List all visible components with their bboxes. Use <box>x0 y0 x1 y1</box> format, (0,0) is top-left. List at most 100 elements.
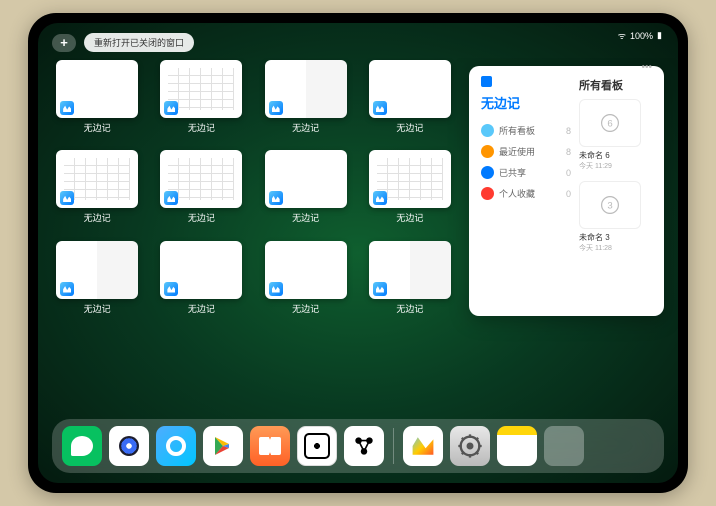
dock-app-books[interactable] <box>250 426 290 466</box>
freeform-icon <box>164 101 178 115</box>
board-item[interactable]: 6 未命名 6今天 11:29 <box>579 99 652 171</box>
wifi-icon: ᯤ <box>618 29 626 42</box>
category-label: 个人收藏 <box>499 187 535 200</box>
dock-separator <box>393 428 394 464</box>
board-label: 未命名 6 <box>579 150 652 161</box>
dock <box>52 419 664 473</box>
svg-text:3: 3 <box>607 201 612 212</box>
freeform-icon <box>164 282 178 296</box>
window-item[interactable]: 无边记 <box>261 150 351 232</box>
category-item[interactable]: 个人收藏 0 <box>481 183 571 204</box>
window-label: 无边记 <box>396 121 423 134</box>
dock-app-settings[interactable] <box>450 426 490 466</box>
battery-label: 100% <box>630 31 653 41</box>
window-label: 无边记 <box>292 121 319 134</box>
freeform-icon <box>373 191 387 205</box>
board-label: 未命名 3 <box>579 232 652 243</box>
window-thumbnail <box>369 60 451 118</box>
window-item[interactable]: 无边记 <box>52 150 142 232</box>
category-icon <box>481 145 494 158</box>
dock-app-dice[interactable] <box>297 426 337 466</box>
freeform-icon <box>269 282 283 296</box>
board-timestamp: 今天 11:29 <box>579 161 652 171</box>
window-label: 无边记 <box>84 211 111 224</box>
dock-app-q2[interactable] <box>156 426 196 466</box>
window-label: 无边记 <box>396 211 423 224</box>
window-thumbnail <box>369 150 451 208</box>
freeform-icon <box>60 191 74 205</box>
category-icon <box>481 166 494 179</box>
category-label: 所有看板 <box>499 124 535 137</box>
window-item[interactable]: 无边记 <box>52 241 142 323</box>
category-count: 8 <box>566 126 571 136</box>
screen: ᯤ 100% ▮ + 重新打开已关闭的窗口 无边记无边记无边记无边记无边记无边记… <box>38 23 678 483</box>
dock-app-folder[interactable] <box>544 426 584 466</box>
dock-app-freeform[interactable] <box>403 426 443 466</box>
window-thumbnail <box>265 150 347 208</box>
board-timestamp: 今天 11:28 <box>579 243 652 253</box>
window-thumbnail <box>160 60 242 118</box>
window-thumbnail <box>265 60 347 118</box>
window-item[interactable]: 无边记 <box>365 60 455 142</box>
board-thumbnail: 6 <box>579 99 641 147</box>
category-label: 已共享 <box>499 166 526 179</box>
freeform-icon <box>373 282 387 296</box>
window-label: 无边记 <box>396 302 423 315</box>
window-item[interactable]: 无边记 <box>52 60 142 142</box>
window-item[interactable]: 无边记 <box>261 60 351 142</box>
category-count: 0 <box>566 189 571 199</box>
panel-main: ••• 所有看板 6未命名 6今天 11:293未命名 3今天 11:28 <box>579 76 652 306</box>
window-label: 无边记 <box>84 302 111 315</box>
category-icon <box>481 187 494 200</box>
freeform-icon <box>269 101 283 115</box>
window-label: 无边记 <box>188 211 215 224</box>
dock-app-roam[interactable] <box>344 426 384 466</box>
window-item[interactable]: 无边记 <box>261 241 351 323</box>
category-count: 0 <box>566 168 571 178</box>
sidebar-icon <box>481 76 492 87</box>
add-button[interactable]: + <box>52 34 76 52</box>
window-thumbnail <box>160 150 242 208</box>
window-label: 无边记 <box>292 302 319 315</box>
more-icon[interactable]: ••• <box>579 62 652 73</box>
window-thumbnail <box>369 241 451 299</box>
reopen-window-button[interactable]: 重新打开已关闭的窗口 <box>84 33 194 52</box>
dock-app-quark[interactable] <box>109 426 149 466</box>
window-thumbnail <box>56 150 138 208</box>
category-item[interactable]: 已共享 0 <box>481 162 571 183</box>
dock-app-play[interactable] <box>203 426 243 466</box>
freeform-icon <box>373 101 387 115</box>
panel-section-title: 所有看板 <box>579 77 652 93</box>
window-label: 无边记 <box>84 121 111 134</box>
window-label: 无边记 <box>188 121 215 134</box>
category-label: 最近使用 <box>499 145 535 158</box>
battery-icon: ▮ <box>657 30 662 41</box>
board-thumbnail: 3 <box>579 181 641 229</box>
app-panel: 无边记 所有看板8最近使用8已共享0个人收藏0 ••• 所有看板 6未命名 6今… <box>469 66 664 316</box>
content-area: 无边记无边记无边记无边记无边记无边记无边记无边记无边记无边记无边记无边记 无边记… <box>38 58 678 419</box>
category-count: 8 <box>566 147 571 157</box>
dock-app-wechat[interactable] <box>62 426 102 466</box>
freeform-icon <box>164 191 178 205</box>
window-thumbnail <box>265 241 347 299</box>
window-item[interactable]: 无边记 <box>156 60 246 142</box>
window-label: 无边记 <box>292 211 319 224</box>
category-item[interactable]: 所有看板 8 <box>481 120 571 141</box>
board-item[interactable]: 3 未命名 3今天 11:28 <box>579 181 652 253</box>
window-item[interactable]: 无边记 <box>365 150 455 232</box>
top-toolbar: + 重新打开已关闭的窗口 <box>38 23 678 58</box>
panel-title: 无边记 <box>481 93 571 112</box>
window-grid: 无边记无边记无边记无边记无边记无边记无边记无边记无边记无边记无边记无边记 <box>52 60 455 413</box>
freeform-icon <box>269 191 283 205</box>
window-thumbnail <box>56 60 138 118</box>
window-item[interactable]: 无边记 <box>156 241 246 323</box>
window-label: 无边记 <box>188 302 215 315</box>
status-bar: ᯤ 100% ▮ <box>618 29 662 42</box>
svg-text:6: 6 <box>607 119 612 130</box>
window-item[interactable]: 无边记 <box>365 241 455 323</box>
freeform-icon <box>60 101 74 115</box>
category-item[interactable]: 最近使用 8 <box>481 141 571 162</box>
freeform-icon <box>60 282 74 296</box>
dock-app-notes[interactable] <box>497 426 537 466</box>
window-item[interactable]: 无边记 <box>156 150 246 232</box>
